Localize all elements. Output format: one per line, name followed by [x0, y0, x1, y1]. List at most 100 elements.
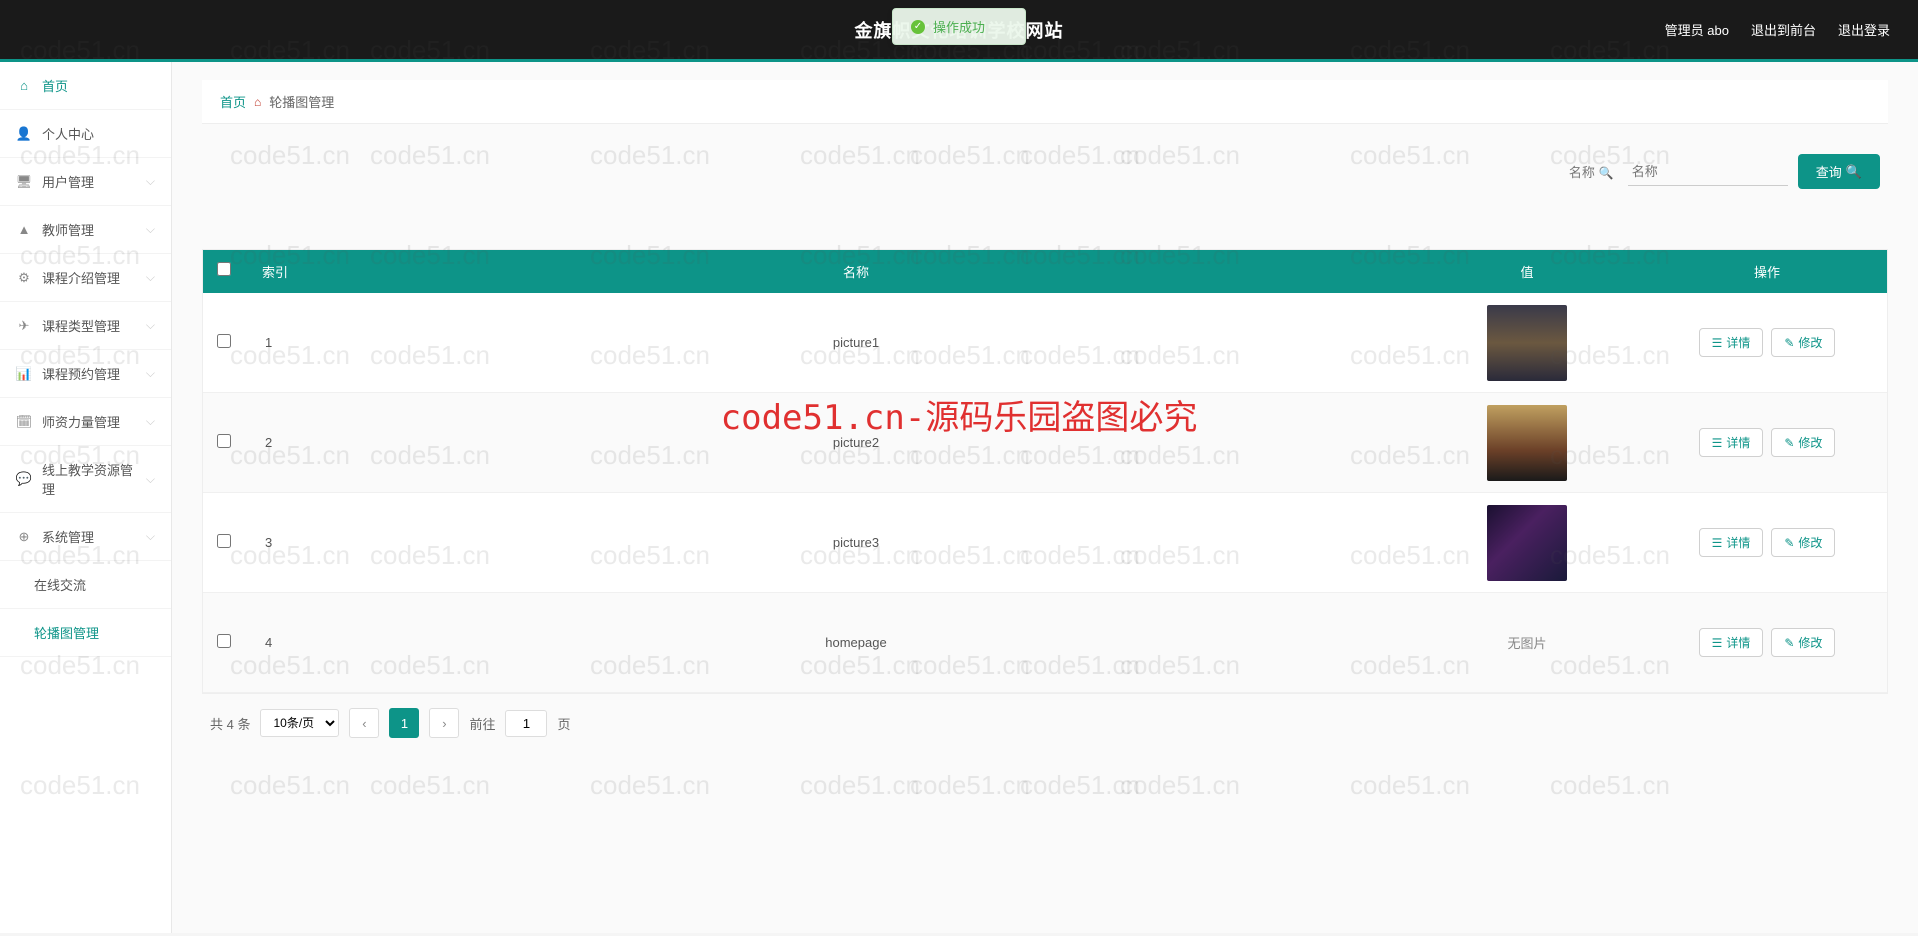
chevron-down-icon: ⌵	[146, 472, 155, 487]
person-icon: ▲	[16, 222, 32, 237]
table-row: 2 picture2 ☰ 详情 ✎ 修改	[203, 393, 1887, 493]
thumbnail-image[interactable]	[1487, 505, 1567, 581]
sidebar-item-label: 课程介绍管理	[42, 268, 120, 287]
user-icon: 👤	[16, 126, 32, 142]
pager-total: 共 4 条	[210, 714, 250, 733]
th-name: 名称	[305, 250, 1407, 293]
pager-goto-input[interactable]	[505, 710, 547, 737]
sidebar-item-label: 线上教学资源管理	[42, 460, 136, 498]
sidebar-item-label: 用户管理	[42, 172, 94, 191]
chevron-down-icon: ⌵	[146, 414, 155, 429]
cell-index: 1	[245, 325, 305, 360]
sidebar-item-label: 课程类型管理	[42, 316, 120, 335]
search-icon: 🔍	[1846, 164, 1862, 180]
sidebar-item-2[interactable]: 🖥 用户管理 ⌵	[0, 158, 171, 206]
sidebar-item-3[interactable]: ▲ 教师管理 ⌵	[0, 206, 171, 254]
sidebar: ⌂首页 👤 个人中心 🖥 用户管理 ⌵ ▲ 教师管理 ⌵ ⚙ 课程介绍管理 ⌵ ✈ 课程类型管理 ⌵ 📊 课程预…	[0, 62, 172, 933]
sidebar-item-label: 教师管理	[42, 220, 94, 239]
edit-button[interactable]: ✎ 修改	[1771, 628, 1835, 657]
check-icon: ✓	[911, 20, 925, 34]
exit-front-link[interactable]: 退出到前台	[1751, 20, 1816, 39]
edit-icon: ✎	[1784, 536, 1794, 550]
bars-icon: 📊	[16, 366, 32, 382]
table-row: 3 picture3 ☰ 详情 ✎ 修改	[203, 493, 1887, 593]
list-icon: ☰	[1712, 536, 1723, 550]
breadcrumb-current: 轮播图管理	[269, 92, 334, 111]
table-row: 4 homepage 无图片 ☰ 详情 ✎ 修改	[203, 593, 1887, 693]
sidebar-item-label: 首页	[42, 76, 68, 95]
sidebar-item-4[interactable]: ⚙ 课程介绍管理 ⌵	[0, 254, 171, 302]
row-checkbox[interactable]	[217, 634, 231, 648]
breadcrumb: 首页 ⌂ 轮播图管理	[202, 80, 1888, 124]
sidebar-item-label: 课程预约管理	[42, 364, 120, 383]
success-toast: ✓ 操作成功	[892, 8, 1026, 45]
header-right: 管理员 abo 退出到前台 退出登录	[1665, 20, 1890, 39]
select-all-checkbox[interactable]	[217, 262, 231, 276]
detail-button[interactable]: ☰ 详情	[1699, 628, 1764, 657]
edit-icon: ✎	[1784, 636, 1794, 650]
sidebar-item-5[interactable]: ✈ 课程类型管理 ⌵	[0, 302, 171, 350]
cell-index: 3	[245, 525, 305, 560]
sidebar-item-7[interactable]: 🗓 师资力量管理 ⌵	[0, 398, 171, 446]
no-image-text: 无图片	[1507, 633, 1546, 652]
sidebar-item-8[interactable]: 💬 线上教学资源管理 ⌵	[0, 446, 171, 513]
chevron-down-icon: ⌵	[146, 174, 155, 189]
chevron-down-icon: ⌵	[146, 270, 155, 285]
monitor-icon: 🖥	[16, 174, 32, 190]
row-checkbox[interactable]	[217, 334, 231, 348]
th-actions: 操作	[1647, 250, 1887, 293]
chevron-down-icon: ⌵	[146, 222, 155, 237]
gear-icon: ⚙	[16, 270, 32, 286]
data-table: 索引 名称 值 操作 1 picture1 ☰ 详情 ✎ 修改 2 pictur…	[202, 249, 1888, 694]
breadcrumb-home[interactable]: 首页	[220, 92, 246, 111]
sidebar-sub-0[interactable]: 在线交流	[0, 561, 171, 609]
chevron-down-icon: ⌵	[146, 366, 155, 381]
chevron-down-icon: ⌵	[146, 529, 155, 544]
edit-button[interactable]: ✎ 修改	[1771, 428, 1835, 457]
home-icon: ⌂	[254, 95, 261, 109]
edit-button[interactable]: ✎ 修改	[1771, 528, 1835, 557]
chevron-down-icon: ⌵	[146, 318, 155, 333]
thumbnail-image[interactable]	[1487, 405, 1567, 481]
row-checkbox[interactable]	[217, 534, 231, 548]
chat-icon: 💬	[16, 471, 32, 487]
detail-button[interactable]: ☰ 详情	[1699, 528, 1764, 557]
pager-prev[interactable]: ‹	[349, 708, 379, 738]
thumbnail-image[interactable]	[1487, 305, 1567, 381]
th-index: 索引	[245, 250, 305, 293]
search-label: 名称🔍	[1569, 162, 1614, 181]
edit-icon: ✎	[1784, 436, 1794, 450]
sidebar-item-1[interactable]: 👤 个人中心	[0, 110, 171, 158]
pager-next[interactable]: ›	[429, 708, 459, 738]
th-value: 值	[1407, 250, 1647, 293]
list-icon: ☰	[1712, 436, 1723, 450]
pager-per-page[interactable]: 10条/页	[260, 709, 339, 737]
query-button[interactable]: 查询🔍	[1798, 154, 1880, 189]
send-icon: ✈	[16, 318, 32, 334]
sidebar-item-label: 师资力量管理	[42, 412, 120, 431]
calendar-icon: 🗓	[16, 414, 32, 430]
pager-goto-prefix: 前往	[469, 714, 495, 733]
sidebar-item-0[interactable]: ⌂首页	[0, 62, 171, 110]
logout-link[interactable]: 退出登录	[1838, 20, 1890, 39]
search-input[interactable]	[1628, 158, 1788, 186]
search-row: 名称🔍 查询🔍	[202, 154, 1888, 189]
pagination: 共 4 条 10条/页 ‹ 1 › 前往 页	[202, 694, 1888, 752]
row-checkbox[interactable]	[217, 434, 231, 448]
detail-button[interactable]: ☰ 详情	[1699, 428, 1764, 457]
detail-button[interactable]: ☰ 详情	[1699, 328, 1764, 357]
user-label[interactable]: 管理员 abo	[1665, 20, 1729, 39]
cell-index: 2	[245, 425, 305, 460]
sidebar-sub-1[interactable]: 轮播图管理	[0, 609, 171, 657]
sidebar-item-label: 个人中心	[42, 124, 94, 143]
cell-name: picture3	[305, 525, 1407, 560]
cell-name: picture2	[305, 425, 1407, 460]
pager-goto-suffix: 页	[557, 714, 570, 733]
sidebar-item-6[interactable]: 📊 课程预约管理 ⌵	[0, 350, 171, 398]
cell-name: picture1	[305, 325, 1407, 360]
sidebar-item-9[interactable]: ⊕系统管理⌵	[0, 513, 171, 561]
pager-page-1[interactable]: 1	[389, 708, 419, 738]
list-icon: ☰	[1712, 336, 1723, 350]
cell-name: homepage	[305, 625, 1407, 660]
edit-button[interactable]: ✎ 修改	[1771, 328, 1835, 357]
